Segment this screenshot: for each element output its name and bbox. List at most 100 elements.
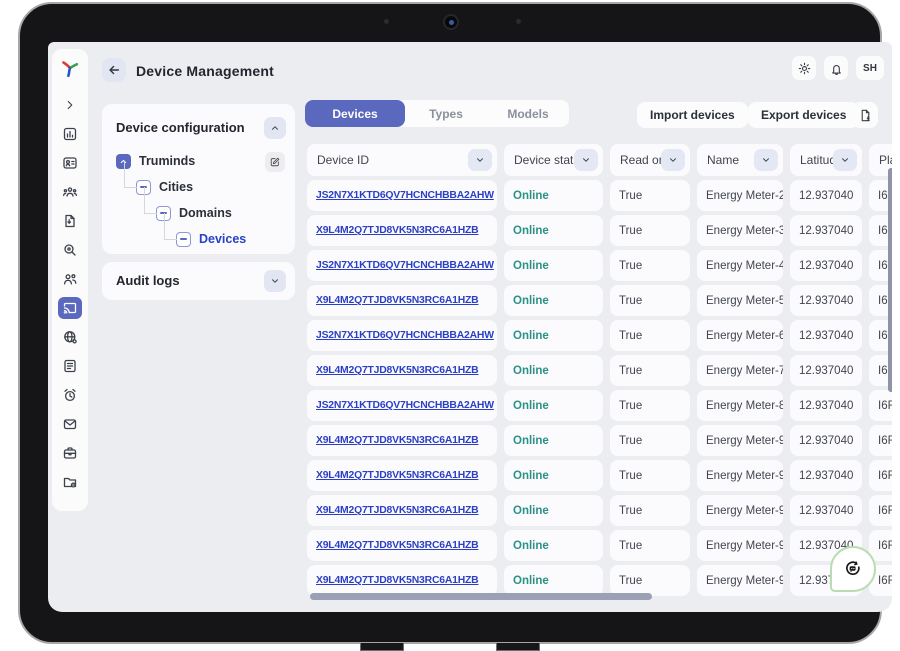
device-id-link[interactable]: X9L4M2Q7TJD8VK5N3RC6A1HZB [307,460,497,491]
truminds-logo-icon [59,58,81,80]
place-cell: I6R [869,460,892,491]
notifications-button[interactable] [824,56,848,80]
read-only-cell: True [610,460,690,491]
status-cell: Online [504,530,603,561]
gear-icon [797,61,812,76]
read-only-cell: True [610,250,690,281]
latitude-cell: 12.937040 [790,390,862,421]
table-row: JS2N7X1KTD6QV7HCNCHBBA2AHWOnlineTrueEner… [307,320,892,351]
tree-node-devices[interactable]: Devices [176,226,246,252]
team-icon[interactable] [58,181,82,203]
sidebar-expand-chevron-icon[interactable] [58,94,82,116]
device-configuration-title: Device configuration [116,120,245,135]
device-id-link[interactable]: JS2N7X1KTD6QV7HCNCHBBA2AHW [307,320,497,351]
app-screen: Device Management SH Device configuratio… [48,42,892,612]
camera-lens [449,20,454,25]
read-only-cell: True [610,215,690,246]
column-header-name[interactable]: Name [697,144,783,176]
column-header-device-status[interactable]: Device status [504,144,603,176]
device-id-link[interactable]: X9L4M2Q7TJD8VK5N3RC6A1HZB [307,565,497,596]
tab-devices[interactable]: Devices [305,100,405,127]
column-header-latitude[interactable]: Latitude [790,144,862,176]
device-id-link[interactable]: X9L4M2Q7TJD8VK5N3RC6A1HZB [307,530,497,561]
device-id-link[interactable]: X9L4M2Q7TJD8VK5N3RC6A1HZB [307,495,497,526]
device-id-link[interactable]: X9L4M2Q7TJD8VK5N3RC6A1HZB [307,425,497,456]
name-cell: Energy Meter-7 [697,355,783,386]
status-cell: Online [504,495,603,526]
device-id-link[interactable]: JS2N7X1KTD6QV7HCNCHBBA2AHW [307,390,497,421]
name-cell: Energy Meter-4 [697,250,783,281]
chevron-down-icon[interactable] [661,149,685,171]
name-cell: Energy Meter-3 [697,215,783,246]
read-only-cell: True [610,495,690,526]
device-configuration-panel: Device configuration Truminds Cities Do [102,104,295,254]
dashboard-icon[interactable] [58,123,82,145]
table-row: X9L4M2Q7TJD8VK5N3RC6A1HZBOnlineTrueEnerg… [307,495,892,526]
proximity-sensor [516,19,521,24]
status-cell: Online [504,460,603,491]
device-id-link[interactable]: X9L4M2Q7TJD8VK5N3RC6A1HZB [307,215,497,246]
chevron-down-icon[interactable] [754,149,778,171]
users-icon[interactable] [58,268,82,290]
file-transfer-icon[interactable] [58,210,82,232]
chevron-down-icon[interactable] [833,149,857,171]
device-id-link[interactable]: X9L4M2Q7TJD8VK5N3RC6A1HZB [307,285,497,316]
read-only-cell: True [610,390,690,421]
table-row: X9L4M2Q7TJD8VK5N3RC6A1HZBOnlineTrueEnerg… [307,460,892,491]
chevron-up-icon [270,123,280,133]
contact-card-icon[interactable] [58,152,82,174]
briefcase-icon[interactable] [58,442,82,464]
device-tree: Truminds Cities Domains Devices [116,148,246,252]
settings-button[interactable] [792,56,816,80]
chevron-down-icon[interactable] [574,149,598,171]
status-cell: Online [504,285,603,316]
name-cell: Energy Meter-5 [697,285,783,316]
column-header-device-id[interactable]: Device ID [307,144,497,176]
status-cell: Online [504,390,603,421]
arrow-left-icon [107,63,121,77]
audit-logs-panel: Audit logs [102,262,295,300]
place-cell: I6R [869,425,892,456]
chat-refresh-icon [842,558,864,580]
status-cell: Online [504,215,603,246]
tree-collapse-icon[interactable] [176,232,191,247]
alarm-clock-icon[interactable] [58,384,82,406]
import-devices-button[interactable]: Import devices [637,102,748,128]
edit-tree-button[interactable] [265,152,285,172]
device-id-link[interactable]: X9L4M2Q7TJD8VK5N3RC6A1HZB [307,355,497,386]
name-cell: Energy Meter-2 [697,180,783,211]
table-row: X9L4M2Q7TJD8VK5N3RC6A1HZBOnlineTrueEnerg… [307,425,892,456]
name-cell: Energy Meter-9 [697,530,783,561]
status-cell: Online [504,180,603,211]
export-devices-button[interactable]: Export devices [748,102,859,128]
folder-sync-icon[interactable] [58,471,82,493]
download-file-button[interactable] [852,102,878,128]
vertical-scrollbar[interactable] [888,168,892,392]
name-cell: Energy Meter-9 [697,565,783,596]
read-only-cell: True [610,565,690,596]
device-id-link[interactable]: JS2N7X1KTD6QV7HCNCHBBA2AHW [307,180,497,211]
device-id-link[interactable]: JS2N7X1KTD6QV7HCNCHBBA2AHW [307,250,497,281]
list-form-icon[interactable] [58,355,82,377]
tablet-frame: Device Management SH Device configuratio… [18,2,882,644]
user-avatar[interactable]: SH [856,56,884,80]
device-search-icon[interactable] [58,239,82,261]
mail-icon[interactable] [58,413,82,435]
cast-icon[interactable] [58,297,82,319]
status-cell: Online [504,355,603,386]
device-table-body: JS2N7X1KTD6QV7HCNCHBBA2AHWOnlineTrueEner… [307,180,892,600]
back-button[interactable] [102,58,126,82]
global-network-icon[interactable] [58,326,82,348]
name-cell: Energy Meter-8 [697,390,783,421]
config-collapse-button[interactable] [264,117,286,139]
name-cell: Energy Meter-9 [697,460,783,491]
status-cell: Online [504,250,603,281]
horizontal-scrollbar[interactable] [310,593,652,600]
column-header-read-only[interactable]: Read only [610,144,690,176]
audit-expand-button[interactable] [264,270,286,292]
chevron-down-icon [270,276,280,286]
tab-models[interactable]: Models [487,100,569,127]
support-chat-button[interactable] [830,546,876,592]
tab-types[interactable]: Types [405,100,487,127]
chevron-down-icon[interactable] [468,149,492,171]
